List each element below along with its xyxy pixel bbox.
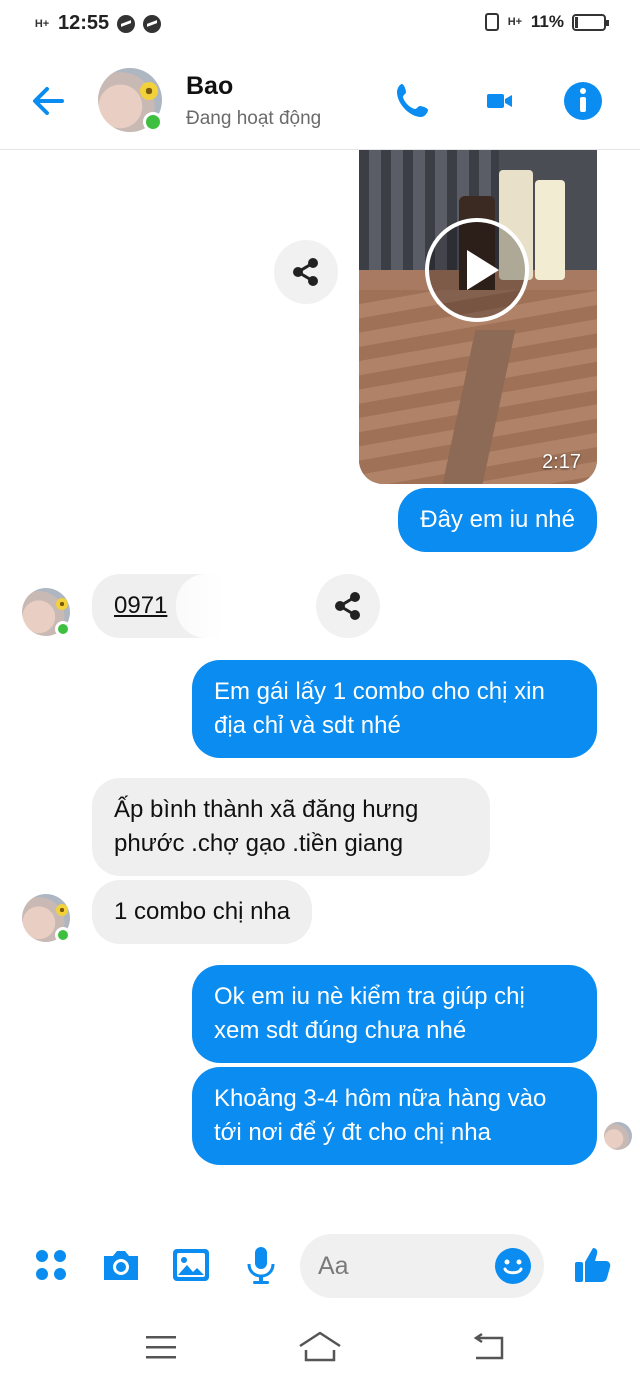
- flower-icon: [56, 598, 68, 610]
- online-indicator: [55, 927, 71, 943]
- messenger-notification-icon: [117, 14, 136, 33]
- network-indicator-right: H+: [507, 16, 523, 28]
- share-button[interactable]: [274, 240, 338, 304]
- message-incoming[interactable]: 1 combo chị nha: [92, 880, 313, 944]
- seen-avatar: [604, 1122, 632, 1150]
- flower-icon: [140, 82, 158, 100]
- message-outgoing[interactable]: Ok em iu nè kiểm tra giúp chị xem sdt đú…: [192, 965, 597, 1063]
- message-outgoing[interactable]: Khoảng 3-4 hôm nữa hàng vào tới nơi để ý…: [192, 1067, 597, 1165]
- phone-icon[interactable]: [390, 78, 436, 124]
- battery-percent: 11%: [530, 12, 564, 31]
- vibrate-icon: [484, 13, 499, 31]
- microphone-icon[interactable]: [238, 1242, 284, 1288]
- emoji-icon[interactable]: [494, 1247, 532, 1285]
- share-icon: [293, 258, 318, 286]
- messenger-notification-icon-2: [143, 14, 162, 33]
- home-icon[interactable]: [296, 1328, 344, 1368]
- share-icon: [335, 592, 360, 620]
- share-button[interactable]: [316, 574, 380, 638]
- status-bar: H+ 12:55 H+ 11%: [0, 0, 640, 52]
- message-outgoing[interactable]: Đây em iu nhé: [398, 488, 597, 552]
- message-input[interactable]: [318, 1234, 488, 1298]
- battery-icon: [572, 13, 609, 31]
- status-left: H+ 12:55: [34, 12, 162, 35]
- apps-icon[interactable]: [28, 1242, 74, 1288]
- online-indicator: [55, 621, 71, 637]
- video-camera-icon[interactable]: [476, 78, 522, 124]
- gallery-icon[interactable]: [168, 1242, 214, 1288]
- info-icon[interactable]: [560, 78, 606, 124]
- network-indicator-left: H+: [34, 17, 50, 30]
- flower-icon: [56, 904, 68, 916]
- battery-fill: [575, 16, 578, 28]
- status-time: 12:55: [58, 12, 110, 34]
- video-message[interactable]: 2:17: [359, 150, 597, 484]
- back-arrow-icon[interactable]: [26, 78, 72, 124]
- system-navigation-bar: [0, 1306, 640, 1386]
- message-incoming[interactable]: Ấp bình thành xã đăng hưng phước .chợ gạ…: [92, 778, 490, 876]
- video-duration: 2:17: [542, 451, 581, 473]
- phone-number-link[interactable]: 0971: [114, 592, 167, 619]
- back-icon[interactable]: [464, 1328, 512, 1368]
- message-thread[interactable]: 2:17 Đây em iu nhé 0971 Em gái lấy 1 com…: [0, 150, 640, 1226]
- contact-name[interactable]: Bao: [186, 72, 233, 101]
- online-indicator: [143, 112, 163, 132]
- message-composer: [0, 1226, 640, 1306]
- message-outgoing[interactable]: Em gái lấy 1 combo cho chị xin địa chỉ v…: [192, 660, 597, 758]
- camera-icon[interactable]: [98, 1242, 144, 1288]
- contact-status: Đang hoạt động: [186, 108, 322, 129]
- message-input-wrapper[interactable]: [300, 1234, 544, 1298]
- video-thumbnail-bottle: [535, 180, 565, 280]
- redaction-mask: [176, 574, 294, 638]
- thumbs-up-icon[interactable]: [570, 1242, 616, 1288]
- status-right: H+ 11%: [484, 12, 609, 32]
- menu-icon[interactable]: [138, 1328, 186, 1368]
- conversation-header: Bao Đang hoạt động: [0, 52, 640, 150]
- play-icon[interactable]: [425, 218, 529, 322]
